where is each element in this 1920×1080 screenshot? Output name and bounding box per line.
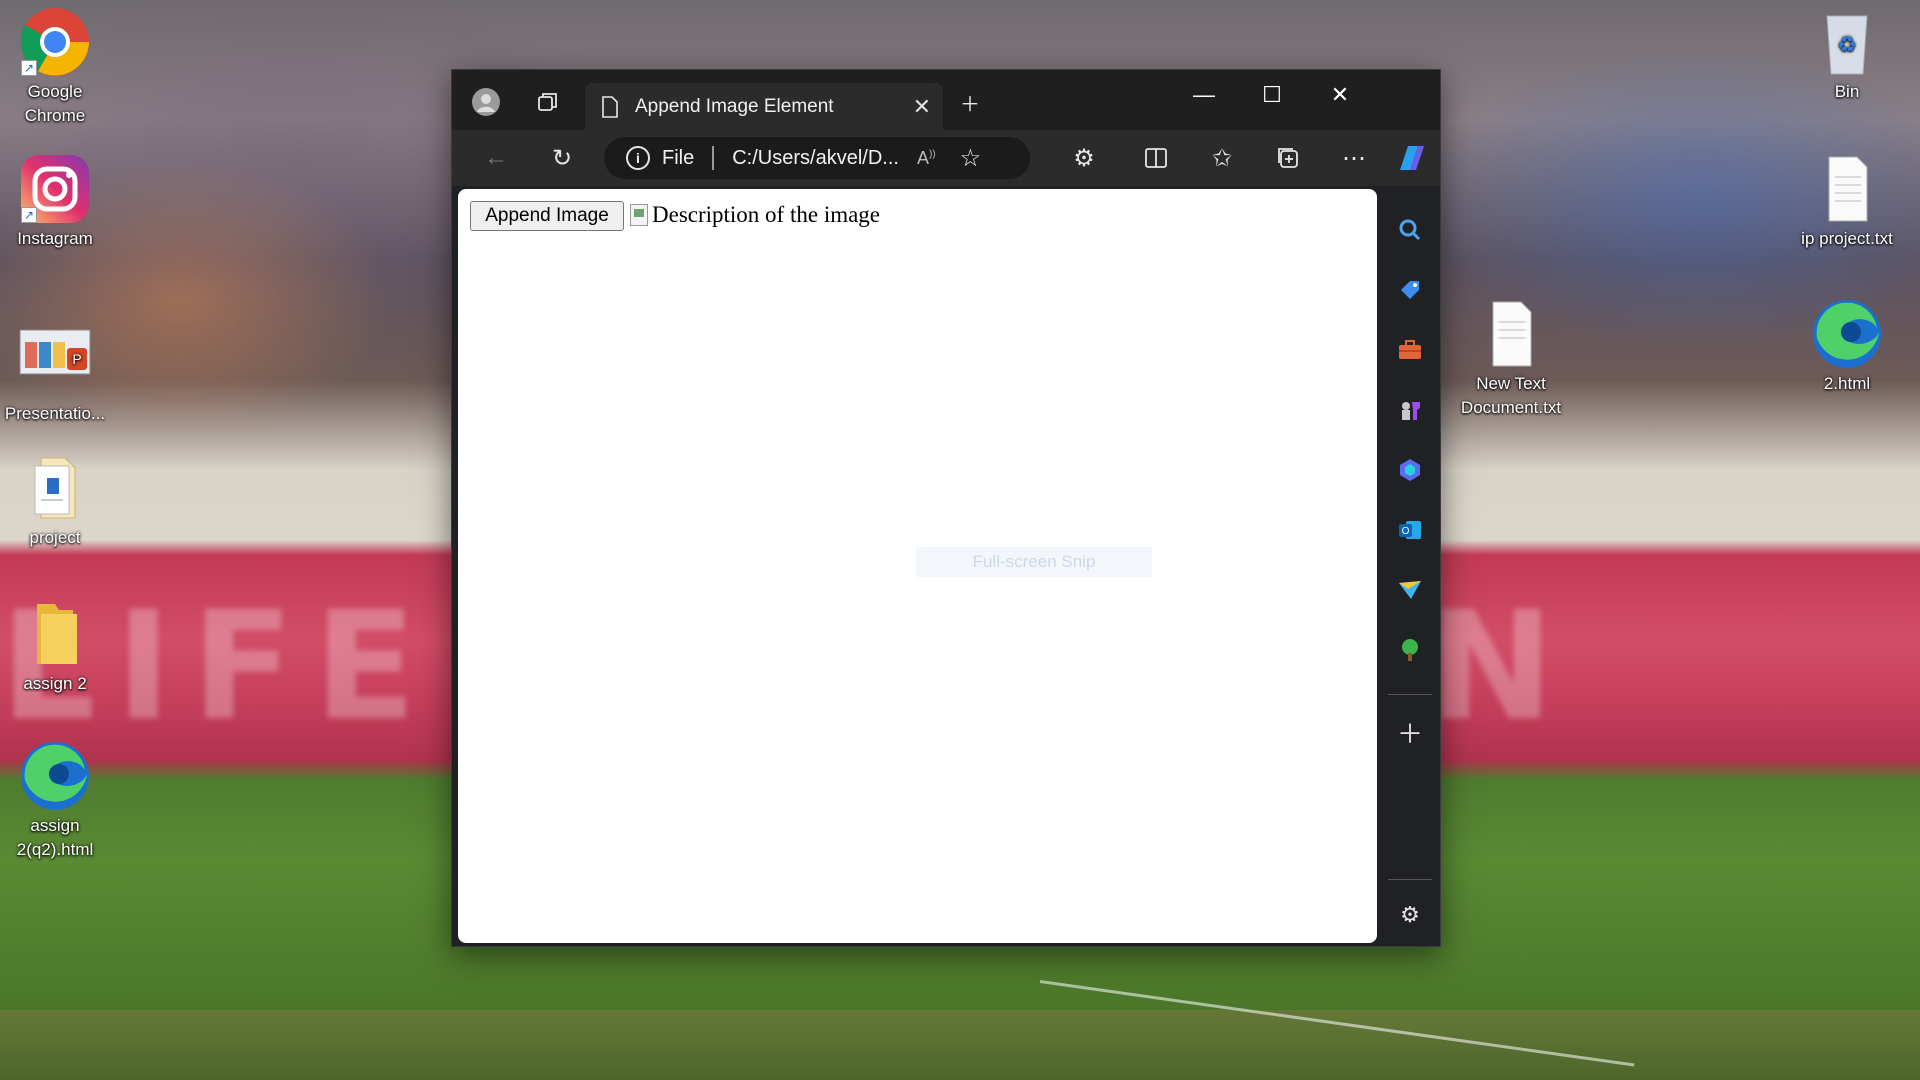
- workspaces-icon[interactable]: [526, 82, 570, 122]
- full-screen-snip-hint: Full-screen Snip: [916, 547, 1152, 577]
- tab-title: Append Image Element: [635, 95, 834, 117]
- tools-briefcase-icon[interactable]: [1390, 330, 1430, 370]
- close-tab-icon[interactable]: ✕: [913, 94, 931, 120]
- add-sidebar-app-icon[interactable]: ＋: [1390, 712, 1430, 752]
- instagram-icon: ↗: [19, 153, 91, 225]
- microsoft-365-icon[interactable]: [1390, 450, 1430, 490]
- extensions-icon[interactable]: ⚙: [1062, 138, 1106, 178]
- favorite-star-icon[interactable]: ☆: [960, 144, 982, 173]
- send-paper-plane-icon[interactable]: [1390, 570, 1430, 610]
- profile-avatar-icon[interactable]: [464, 82, 508, 122]
- svg-text:O: O: [1402, 526, 1410, 537]
- collections-icon[interactable]: [1266, 138, 1310, 178]
- desktop-icon-label: assign 2: [23, 674, 87, 693]
- close-window-icon[interactable]: ✕: [1306, 70, 1374, 120]
- new-tab-icon[interactable]: ＋: [948, 82, 992, 122]
- navigation-toolbar: ← ↻ i File C:/Users/akvel/D... A)) ☆ ⚙ ✩…: [452, 130, 1440, 186]
- tab-append-image-element[interactable]: Append Image Element ✕: [585, 83, 943, 130]
- shortcut-arrow-icon: ↗: [21, 60, 37, 76]
- search-icon[interactable]: [1390, 210, 1430, 250]
- desktop-icon-label: 2.html: [1823, 374, 1871, 393]
- chrome-icon: ↗: [19, 6, 91, 78]
- desktop-icon-label: ip project.txt: [1801, 229, 1893, 248]
- page-file-icon: [602, 95, 618, 118]
- desktop-icon-label: assign 2(q2).html: [16, 816, 94, 859]
- page-viewport: Append Image Description of the image Fu…: [458, 189, 1377, 943]
- desktop-icon-label: New Text Document.txt: [1460, 374, 1562, 417]
- shopping-tag-icon[interactable]: [1390, 270, 1430, 310]
- desktop-icon-label: Presentatio...: [4, 404, 106, 423]
- address-url: C:/Users/akvel/D...: [732, 146, 899, 169]
- broken-image: Description of the image: [630, 202, 880, 228]
- sidebar-divider: [1388, 694, 1432, 695]
- desktop-icon-chrome[interactable]: ↗ Google Chrome: [0, 6, 110, 128]
- shortcut-arrow-icon: ↗: [21, 207, 37, 223]
- edge-sidebar: O ＋ ⚙: [1380, 189, 1440, 945]
- svg-text:♻: ♻: [1837, 33, 1857, 58]
- more-options-icon[interactable]: ⋯: [1332, 138, 1376, 178]
- sidebar-divider: [1388, 879, 1432, 880]
- desktop-icon-assign2-html[interactable]: assign 2(q2).html: [0, 740, 110, 862]
- desktop-icon-project[interactable]: project: [0, 452, 110, 550]
- address-bar[interactable]: i File C:/Users/akvel/D... A)) ☆: [604, 137, 1030, 179]
- svg-text:P: P: [72, 351, 81, 367]
- desktop-icon-label: Bin: [1834, 82, 1860, 101]
- games-chess-icon[interactable]: [1390, 390, 1430, 430]
- sidebar-settings-gear-icon[interactable]: ⚙: [1390, 895, 1430, 935]
- desktop-icon-recycle-bin[interactable]: ♻ Bin: [1792, 6, 1902, 104]
- desktop-icon-new-text-document[interactable]: New Text Document.txt: [1456, 298, 1566, 420]
- broken-image-icon: [630, 204, 648, 226]
- desktop-icon-label: project: [29, 528, 81, 547]
- desktop-icon-label: Google Chrome: [24, 82, 86, 125]
- image-alt-text: Description of the image: [652, 202, 881, 227]
- folder-icon: [19, 598, 91, 670]
- maximize-icon[interactable]: ☐: [1238, 70, 1306, 120]
- read-aloud-icon[interactable]: A)): [917, 148, 936, 169]
- minimize-icon[interactable]: —: [1170, 70, 1238, 120]
- refresh-icon[interactable]: ↻: [540, 138, 584, 178]
- append-image-button[interactable]: Append Image: [470, 201, 624, 231]
- back-arrow-icon[interactable]: ←: [474, 138, 518, 178]
- favorites-icon[interactable]: ✩: [1200, 138, 1244, 178]
- site-info-icon[interactable]: i: [626, 146, 650, 170]
- desktop-icon-presentation[interactable]: P Presentatio...: [0, 328, 110, 426]
- edge-icon: [19, 740, 91, 812]
- outlook-icon[interactable]: O: [1390, 510, 1430, 550]
- desktop-icon-label: Instagram: [17, 229, 93, 248]
- text-file-icon: [1475, 298, 1547, 370]
- desktop-icon-2-html[interactable]: 2.html: [1792, 298, 1902, 396]
- title-bar: Append Image Element ✕ ＋ — ☐ ✕: [452, 70, 1440, 130]
- document-file-icon: [19, 452, 91, 524]
- split-screen-icon[interactable]: [1134, 138, 1178, 178]
- browser-window: Append Image Element ✕ ＋ — ☐ ✕ ← ↻ i Fil…: [451, 69, 1441, 947]
- address-scheme: File: [662, 146, 695, 169]
- powerpoint-file-icon: P: [19, 328, 91, 400]
- edge-icon: [1811, 298, 1883, 370]
- copilot-icon[interactable]: [1388, 138, 1432, 178]
- pitch-soil: [0, 1010, 1920, 1080]
- address-separator: [712, 146, 715, 170]
- desktop-icon-instagram[interactable]: ↗ Instagram: [0, 153, 110, 251]
- recycle-bin-icon: ♻: [1811, 6, 1883, 78]
- tree-icon[interactable]: [1390, 630, 1430, 670]
- desktop-icon-assign2[interactable]: assign 2: [0, 598, 110, 696]
- text-file-icon: [1811, 153, 1883, 225]
- desktop-icon-ip-project[interactable]: ip project.txt: [1792, 153, 1902, 251]
